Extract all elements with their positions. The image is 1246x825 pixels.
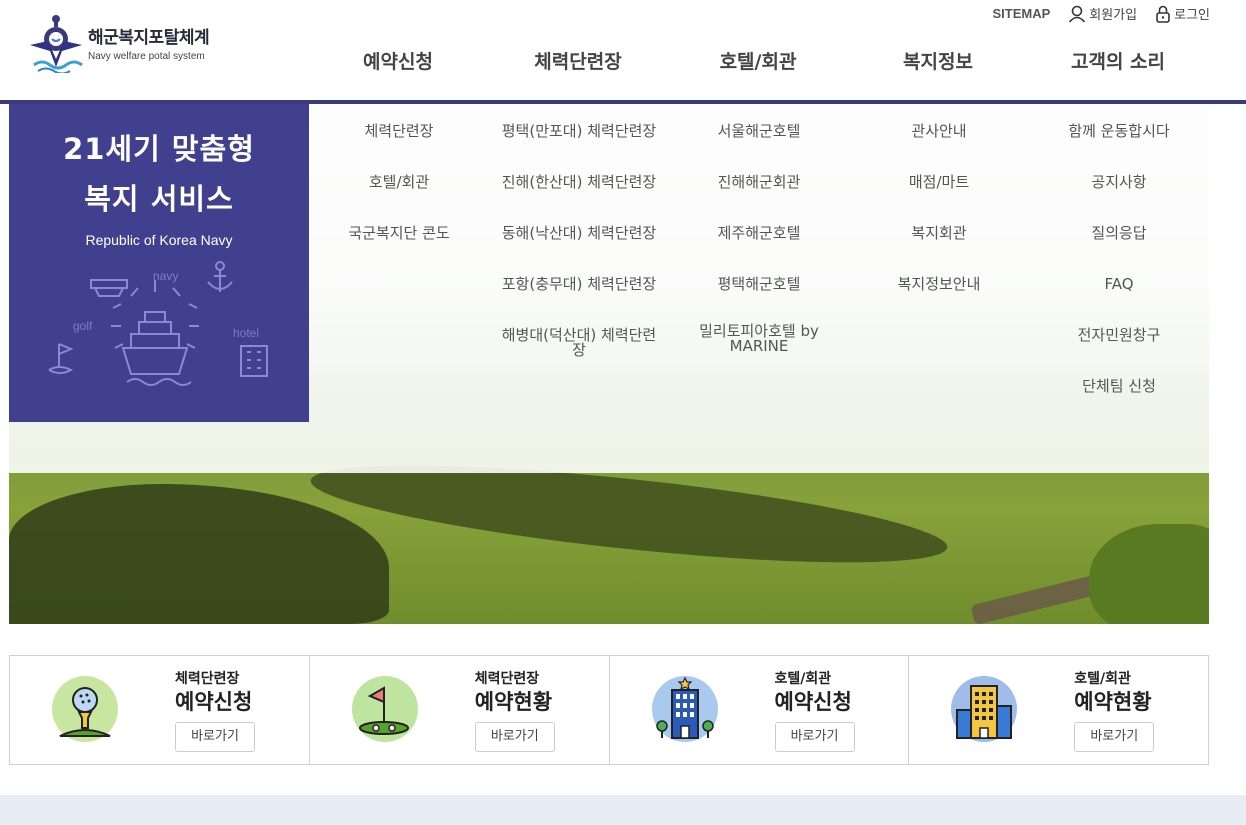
hotel-building-icon <box>651 676 718 742</box>
quick-category: 체력단련장 <box>474 671 540 687</box>
mega-link-exercise-together[interactable]: 함께 운동합시다 <box>1029 120 1209 171</box>
mega-link-seoul-hotel[interactable]: 서울해군호텔 <box>669 120 849 171</box>
nav-customer-voice[interactable]: 고객의 소리 <box>1028 44 1208 84</box>
user-icon <box>1069 5 1086 23</box>
join-label: 회원가입 <box>1089 8 1138 23</box>
login-link[interactable]: 로그인 <box>1155 4 1210 23</box>
golf-flag-icon <box>351 676 418 742</box>
mega-link-condo[interactable]: 국군복지단 콘도 <box>309 222 489 273</box>
svg-text:hotel: hotel <box>233 326 259 340</box>
mega-link-welfare-guide[interactable]: 복지정보안내 <box>849 273 1029 324</box>
logo-subtitle: Navy welfare potal system <box>88 50 205 62</box>
quick-title: 예약신청 <box>774 690 852 714</box>
mega-link-donghae-fitness[interactable]: 동해(낙산대) 체력단련장 <box>489 222 669 273</box>
mega-col-fitness: 평택(만포대) 체력단련장 진해(한산대) 체력단련장 동해(낙산대) 체력단련… <box>489 104 669 473</box>
svg-text:golf: golf <box>73 319 93 333</box>
mega-menu: 21세기 맞춤형 복지 서비스 Republic of Korea Navy n… <box>9 104 1209 473</box>
join-link[interactable]: 회원가입 <box>1068 4 1137 23</box>
mega-menu-columns: 체력단련장 호텔/회관 국군복지단 콘도 평택(만포대) 체력단련장 진해(한산… <box>309 104 1209 473</box>
mega-col-reservation: 체력단련장 호텔/회관 국군복지단 콘도 <box>309 104 489 473</box>
mega-link-militopia-hotel[interactable]: 밀리토피아호텔 by MARINE <box>669 324 849 375</box>
mega-menu-promo: 21세기 맞춤형 복지 서비스 Republic of Korea Navy n… <box>9 104 309 422</box>
mega-link-marine-fitness[interactable]: 해병대(덕산대) 체력단련장 <box>489 324 669 375</box>
quick-title: 예약현황 <box>1074 690 1152 714</box>
mega-link-jeju-hotel[interactable]: 제주해군호텔 <box>669 222 849 273</box>
promo-headline-2: 복지 서비스 <box>84 182 234 216</box>
quick-category: 호텔/회관 <box>1074 671 1131 687</box>
utility-menu: SITEMAP 회원가입 로그인 <box>992 4 1210 23</box>
mega-link-group-apply[interactable]: 단체팀 신청 <box>1029 375 1209 426</box>
go-button[interactable]: 바로가기 <box>1074 722 1155 752</box>
quick-card-fitness-status[interactable]: 체력단련장 예약현황 바로가기 <box>310 656 610 764</box>
mega-col-customer: 함께 운동합시다 공지사항 질의응답 FAQ 전자민원창구 단체팀 신청 <box>1029 104 1209 473</box>
go-button[interactable]: 바로가기 <box>175 722 255 752</box>
mega-link-pyeongtaek-hotel[interactable]: 평택해군호텔 <box>669 273 849 324</box>
apartment-building-icon <box>951 676 1018 742</box>
mega-link-store[interactable]: 매점/마트 <box>849 171 1029 222</box>
quick-category: 체력단련장 <box>175 671 240 687</box>
quick-title: 예약신청 <box>175 690 253 714</box>
quick-card-fitness-reserve[interactable]: 체력단련장 예약신청 바로가기 <box>10 656 310 764</box>
promo-english: Republic of Korea Navy <box>85 232 233 248</box>
mega-link-housing[interactable]: 관사안내 <box>849 120 1029 171</box>
nav-reservation[interactable]: 예약신청 <box>308 44 488 84</box>
footer-band <box>0 795 1246 825</box>
mega-link-fitness[interactable]: 체력단련장 <box>309 120 489 171</box>
mega-link-pyeongtaek-fitness[interactable]: 평택(만포대) 체력단련장 <box>489 120 669 171</box>
mega-col-welfare: 관사안내 매점/마트 복지회관 복지정보안내 <box>849 104 1029 473</box>
nav-hotel[interactable]: 호텔/회관 <box>668 44 848 84</box>
svg-text:navy: navy <box>153 269 178 283</box>
mega-link-civil-complaint[interactable]: 전자민원창구 <box>1029 324 1209 375</box>
navy-anchor-logo-icon <box>28 15 84 75</box>
promo-headline-1: 21세기 맞춤형 <box>63 132 255 166</box>
mega-link-welfare-hall[interactable]: 복지회관 <box>849 222 1029 273</box>
nav-welfare-info[interactable]: 복지정보 <box>848 44 1028 84</box>
quick-links: 체력단련장 예약신청 바로가기 체력단련장 예약현황 바로가기 호텔/회관 예약… <box>9 655 1209 765</box>
login-label: 로그인 <box>1174 8 1210 23</box>
logo-title: 해군복지포탈체계 <box>88 27 210 48</box>
quick-card-hotel-reserve[interactable]: 호텔/회관 예약신청 바로가기 <box>610 656 910 764</box>
golf-ball-icon <box>52 676 118 742</box>
mega-link-notice[interactable]: 공지사항 <box>1029 171 1209 222</box>
mega-col-hotel: 서울해군호텔 진해해군회관 제주해군호텔 평택해군호텔 밀리토피아호텔 by M… <box>669 104 849 473</box>
mega-link-faq[interactable]: FAQ <box>1029 273 1209 324</box>
mega-link-jinhae-hall[interactable]: 진해해군회관 <box>669 171 849 222</box>
quick-card-hotel-status[interactable]: 호텔/회관 예약현황 바로가기 <box>909 656 1208 764</box>
quick-title: 예약현황 <box>474 690 553 714</box>
nav-fitness[interactable]: 체력단련장 <box>488 44 668 84</box>
quick-category: 호텔/회관 <box>774 671 832 687</box>
logo[interactable]: 해군복지포탈체계 Navy welfare potal system <box>28 14 248 75</box>
lock-icon <box>1156 5 1170 23</box>
go-button[interactable]: 바로가기 <box>474 722 555 752</box>
ship-illustration-icon: navy golf hotel <box>45 252 275 402</box>
mega-link-jinhae-fitness[interactable]: 진해(한산대) 체력단련장 <box>489 171 669 222</box>
mega-link-qna[interactable]: 질의응답 <box>1029 222 1209 273</box>
header: 해군복지포탈체계 Navy welfare potal system SITEM… <box>0 0 1246 101</box>
go-button[interactable]: 바로가기 <box>774 722 855 752</box>
sitemap-link[interactable]: SITEMAP <box>992 6 1050 21</box>
mega-link-pohang-fitness[interactable]: 포항(충무대) 체력단련장 <box>489 273 669 324</box>
global-nav: 예약신청 체력단련장 호텔/회관 복지정보 고객의 소리 <box>308 44 1208 84</box>
mega-link-hotel[interactable]: 호텔/회관 <box>309 171 489 222</box>
